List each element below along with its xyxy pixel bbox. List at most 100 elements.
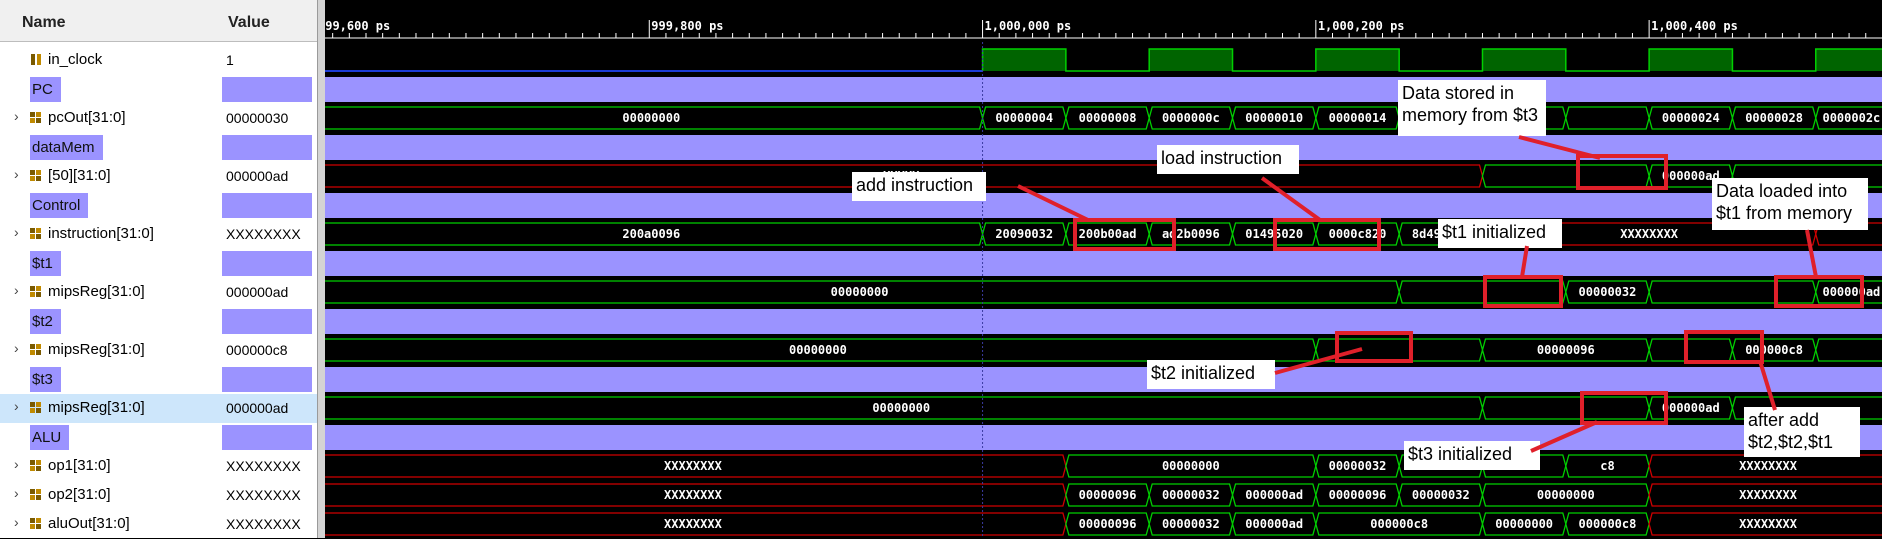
- bus-value-label: 00000024: [1662, 111, 1720, 125]
- annotation-data-loaded: Data loaded into $t1 from memory: [1712, 178, 1868, 230]
- signal-row-1[interactable]: PC: [0, 75, 214, 104]
- bus-value-label: 00000096: [1329, 488, 1387, 502]
- panel-splitter[interactable]: [317, 0, 325, 538]
- value-row-14[interactable]: XXXXXXXX: [214, 452, 317, 481]
- annotation-t3-initialized: $t3 initialized: [1404, 441, 1540, 470]
- signal-row-2[interactable]: › pcOut[31:0]: [0, 104, 214, 133]
- bus-value-label: 000000ad: [1245, 488, 1303, 502]
- value-row-0[interactable]: 1: [214, 46, 317, 75]
- divider-band: [325, 367, 1882, 392]
- expand-chevron-icon[interactable]: ›: [14, 398, 19, 414]
- divider-value-block: [222, 193, 312, 218]
- value-row-10[interactable]: 000000c8: [214, 336, 317, 365]
- bus-value-label: 200b00ad: [1079, 227, 1137, 241]
- divider-value-block: [222, 77, 312, 102]
- bus-value-label: 00000000: [872, 401, 930, 415]
- value-row-13[interactable]: [214, 423, 317, 452]
- clock-high-pulse: [1482, 49, 1566, 71]
- bus-segment: [1315, 338, 1484, 362]
- bus-segment: [1398, 280, 1567, 304]
- expand-chevron-icon[interactable]: ›: [14, 166, 19, 182]
- expand-chevron-icon[interactable]: ›: [14, 282, 19, 298]
- name-column-header[interactable]: Name: [0, 0, 214, 42]
- signal-row-10[interactable]: › mipsReg[31:0]: [0, 336, 214, 365]
- signal-name: mipsReg[31:0]: [48, 283, 145, 300]
- bus-value-label: c8: [1600, 459, 1614, 473]
- bus-value-label: 00000000: [1537, 488, 1595, 502]
- bus-value-label: 000000c8: [1370, 517, 1428, 531]
- signal-row-3[interactable]: dataMem: [0, 133, 214, 162]
- signal-name-panel: Name in_clock PC › pcOut[31:0] dataMem › [50][…: [0, 0, 214, 538]
- bus-value-label: 00000000: [1162, 459, 1220, 473]
- divider-band: [325, 251, 1882, 276]
- signal-row-4[interactable]: › [50][31:0]: [0, 162, 214, 191]
- signal-row-7[interactable]: $t1: [0, 249, 214, 278]
- value-row-6[interactable]: XXXXXXXX: [214, 220, 317, 249]
- signal-row-15[interactable]: › op2[31:0]: [0, 481, 214, 510]
- bus-signal-icon: [30, 401, 42, 414]
- divider-band: [325, 77, 1882, 102]
- value-row-1[interactable]: [214, 75, 317, 104]
- divider-label: $t2: [30, 309, 61, 334]
- bus-value-label: 000000ad: [1245, 517, 1303, 531]
- bus-segment: [1481, 164, 1650, 188]
- time-label: 999,800 ps: [651, 19, 723, 33]
- annotation-add-instruction: add instruction: [852, 172, 986, 201]
- value-row-8[interactable]: 000000ad: [214, 278, 317, 307]
- time-ruler[interactable]: [325, 0, 1882, 42]
- signal-name: aluOut[31:0]: [48, 515, 130, 532]
- signal-row-9[interactable]: $t2: [0, 307, 214, 336]
- signal-value: 000000ad: [226, 284, 289, 300]
- annotation-t2-initialized: $t2 initialized: [1147, 360, 1275, 389]
- expand-chevron-icon[interactable]: ›: [14, 456, 19, 472]
- signal-row-11[interactable]: $t3: [0, 365, 214, 394]
- value-row-3[interactable]: [214, 133, 317, 162]
- bus-segment: [1565, 106, 1650, 130]
- bus-value-label: 01495020: [1245, 227, 1303, 241]
- value-row-2[interactable]: 00000030: [214, 104, 317, 133]
- value-row-16[interactable]: XXXXXXXX: [214, 510, 317, 539]
- divider-label: PC: [30, 77, 61, 102]
- signal-row-6[interactable]: › instruction[31:0]: [0, 220, 214, 249]
- value-row-15[interactable]: XXXXXXXX: [214, 481, 317, 510]
- signal-row-12[interactable]: › mipsReg[31:0]: [0, 394, 214, 423]
- expand-chevron-icon[interactable]: ›: [14, 224, 19, 240]
- signal-row-8[interactable]: › mipsReg[31:0]: [0, 278, 214, 307]
- bus-value-label: ad2b0096: [1162, 227, 1220, 241]
- value-column-header[interactable]: Value: [214, 0, 317, 42]
- expand-chevron-icon[interactable]: ›: [14, 340, 19, 356]
- bus-value-label: XXXXXXXX: [1739, 459, 1798, 473]
- divider-value-block: [222, 251, 312, 276]
- bus-value-label: 00000032: [1412, 488, 1470, 502]
- expand-chevron-icon[interactable]: ›: [14, 108, 19, 124]
- bus-segment: [1481, 396, 1650, 420]
- signal-row-13[interactable]: ALU: [0, 423, 214, 452]
- signal-value: 1: [226, 52, 234, 68]
- divider-band: [325, 135, 1882, 160]
- bit-signal-icon: [30, 53, 42, 66]
- signal-row-0[interactable]: in_clock: [0, 46, 214, 75]
- divider-band: [325, 309, 1882, 334]
- signal-row-5[interactable]: Control: [0, 191, 214, 220]
- bus-value-label: 0000002c: [1822, 111, 1880, 125]
- value-row-7[interactable]: [214, 249, 317, 278]
- signal-value: XXXXXXXX: [226, 516, 301, 532]
- divider-label: Control: [30, 193, 89, 218]
- value-row-4[interactable]: 000000ad: [214, 162, 317, 191]
- bus-value-label: 00000028: [1745, 111, 1803, 125]
- value-row-11[interactable]: [214, 365, 317, 394]
- signal-row-14[interactable]: › op1[31:0]: [0, 452, 214, 481]
- value-row-12[interactable]: 000000ad: [214, 394, 317, 423]
- expand-chevron-icon[interactable]: ›: [14, 514, 19, 530]
- bus-signal-icon: [30, 488, 42, 501]
- bus-value-label: 0000c820: [1329, 227, 1387, 241]
- bus-segment: [1648, 280, 1817, 304]
- value-row-9[interactable]: [214, 307, 317, 336]
- expand-chevron-icon[interactable]: ›: [14, 485, 19, 501]
- value-row-5[interactable]: [214, 191, 317, 220]
- divider-label: ALU: [30, 425, 70, 450]
- signal-value: XXXXXXXX: [226, 458, 301, 474]
- waveform-panel[interactable]: 999,600 ps 999,800 ps 1,000,000 ps 1,000,20…: [325, 0, 1882, 538]
- signal-row-16[interactable]: › aluOut[31:0]: [0, 510, 214, 539]
- bus-value-label: 00000000: [1495, 517, 1553, 531]
